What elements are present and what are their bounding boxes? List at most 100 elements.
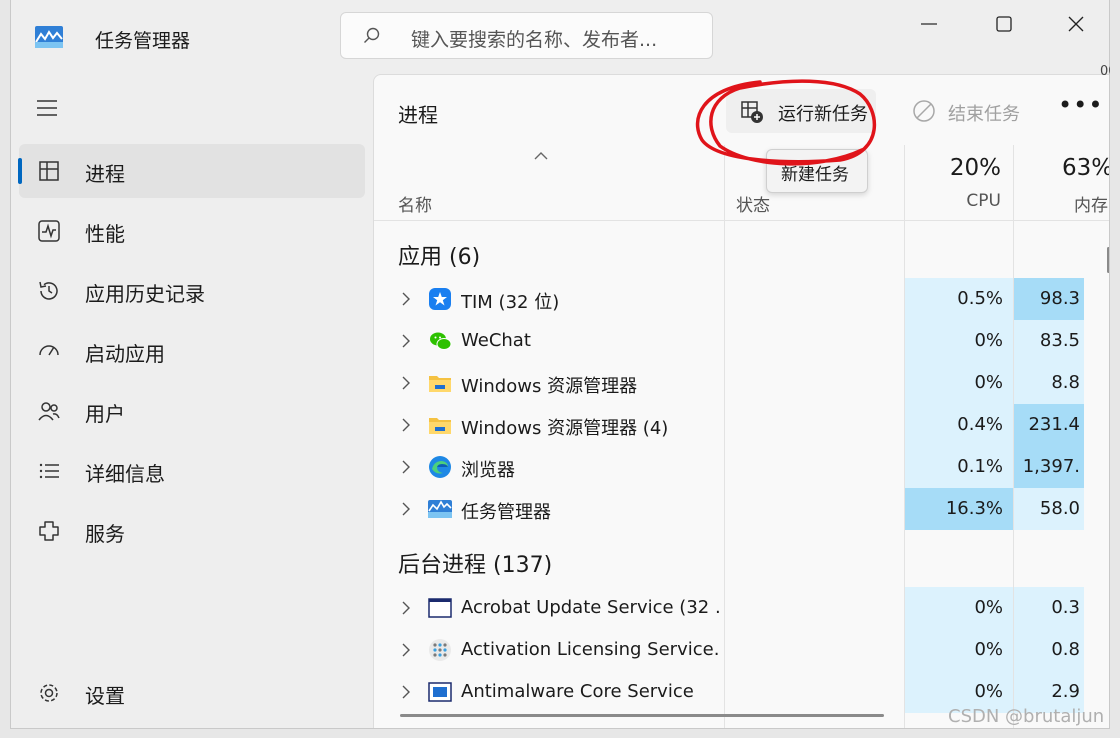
close-button[interactable] — [1054, 8, 1098, 40]
chevron-right-icon[interactable] — [401, 376, 411, 390]
minimize-icon — [921, 23, 937, 25]
cpu-total-percent[interactable]: 20% — [905, 155, 1001, 181]
processes-panel: 进程 运行新任务 结束任务 ••• 名称 状态 20% CPU 63% 内存 新… — [373, 74, 1109, 728]
history-icon — [39, 281, 58, 300]
settings-label: 设置 — [85, 684, 125, 708]
task-manager-icon — [428, 500, 452, 518]
column-status[interactable]: 状态 — [736, 191, 770, 216]
process-name: WeChat — [461, 330, 531, 351]
column-name[interactable]: 名称 — [398, 191, 432, 216]
maximize-icon — [996, 16, 1012, 32]
maximize-button[interactable] — [982, 8, 1026, 40]
process-name: Windows 资源管理器 — [461, 376, 638, 397]
background-text-fragment: 00 — [1100, 64, 1110, 79]
more-options-icon: ••• — [1058, 91, 1104, 119]
settings-gear-icon — [40, 684, 58, 702]
close-icon — [1068, 16, 1084, 32]
memory-cell: 231.4 — [1014, 404, 1084, 446]
cpu-cell: 0% — [905, 629, 1013, 671]
folder-icon — [429, 376, 451, 392]
horizontal-scrollbar[interactable] — [400, 714, 884, 717]
run-new-task-button[interactable]: 运行新任务 — [726, 89, 876, 133]
memory-cell: 0.3 — [1014, 587, 1084, 629]
column-cpu[interactable]: CPU — [905, 191, 1001, 211]
search-icon — [364, 27, 380, 43]
process-row[interactable]: Acrobat Update Service (32 ... 0% 0.3 — [374, 587, 1109, 629]
process-name: Activation Licensing Service... — [461, 639, 719, 660]
chevron-right-icon[interactable] — [401, 460, 411, 474]
cpu-cell: 0.4% — [905, 404, 1013, 446]
service-icon — [428, 682, 452, 702]
sidebar-item-label: 启动应用 — [85, 342, 165, 366]
tooltip-text: 新建任务 — [781, 165, 849, 185]
cpu-cell: 0.5% — [905, 278, 1013, 320]
column-memory[interactable]: 内存 — [1074, 191, 1108, 216]
sidebar-item-app-history[interactable]: 应用历史记录 — [19, 264, 365, 318]
process-row[interactable]: Windows 资源管理器 (4) 0.4% 231.4 — [374, 404, 1109, 446]
process-row[interactable]: Activation Licensing Service... 0% 0.8 — [374, 629, 1109, 671]
page-title: 进程 — [398, 103, 438, 127]
process-row[interactable]: 任务管理器 16.3% 58.0 — [374, 488, 1109, 530]
startup-icon — [39, 345, 59, 356]
dots-icon — [429, 639, 451, 661]
process-row[interactable]: TIM (32 位) 0.5% 98.3 — [374, 278, 1109, 320]
sidebar-item-settings[interactable]: 设置 — [19, 666, 365, 720]
task-manager-app-icon — [35, 26, 63, 48]
process-name: Acrobat Update Service (32 ... — [461, 597, 719, 618]
window-icon — [428, 598, 452, 618]
column-header: 名称 状态 20% CPU 63% 内存 — [374, 145, 1109, 221]
performance-icon — [38, 220, 60, 242]
chevron-right-icon[interactable] — [401, 502, 411, 516]
sidebar-item-details[interactable]: 详细信息 — [19, 444, 365, 498]
edge-icon — [429, 456, 451, 478]
memory-cell: 0.8 — [1014, 629, 1084, 671]
sidebar-item-performance[interactable]: 性能 — [19, 204, 365, 258]
process-row[interactable]: WeChat 0% 83.5 — [374, 320, 1109, 362]
process-row[interactable]: Windows 资源管理器 0% 8.8 — [374, 362, 1109, 404]
sidebar-item-label: 用户 — [85, 402, 125, 426]
chevron-right-icon[interactable] — [401, 292, 411, 306]
memory-cell: 58.0 — [1014, 488, 1084, 530]
run-new-task-icon — [741, 101, 763, 123]
sidebar-item-startup-apps[interactable]: 启动应用 — [19, 324, 365, 378]
process-name: 任务管理器 — [461, 502, 551, 523]
group-title-background: 后台进程 (137) — [398, 553, 553, 578]
sidebar-item-processes[interactable]: 进程 — [18, 144, 365, 198]
sidebar-item-label: 性能 — [85, 222, 125, 246]
task-manager-window: 任务管理器 键入要搜索的名称、发布者... 进程 性能 应用历史记录 启动应用 … — [10, 0, 1110, 729]
process-name: Antimalware Core Service — [461, 681, 694, 702]
cpu-cell: 0% — [905, 320, 1013, 362]
process-row[interactable]: 浏览器 0.1% 1,397. — [374, 446, 1109, 488]
app-title: 任务管理器 — [95, 30, 191, 52]
csdn-watermark: CSDN @brutaljun — [948, 706, 1105, 727]
tim-icon — [429, 288, 451, 310]
wechat-icon — [430, 332, 452, 350]
sidebar-item-services[interactable]: 服务 — [19, 504, 365, 558]
memory-cell: 8.8 — [1014, 362, 1084, 404]
cpu-cell: 0% — [905, 362, 1013, 404]
run-new-task-label: 运行新任务 — [778, 104, 868, 125]
cpu-cell: 0% — [905, 587, 1013, 629]
users-icon — [38, 402, 60, 421]
active-indicator — [18, 158, 22, 184]
minimize-button[interactable] — [907, 8, 951, 40]
more-options-button[interactable]: ••• — [1048, 89, 1102, 133]
memory-total-percent[interactable]: 63% — [1062, 155, 1109, 181]
chevron-right-icon[interactable] — [401, 685, 411, 699]
cpu-cell: 0.1% — [905, 446, 1013, 488]
chevron-right-icon[interactable] — [401, 643, 411, 657]
end-task-button[interactable]: 结束任务 — [900, 89, 1030, 133]
search-input[interactable]: 键入要搜索的名称、发布者... — [340, 12, 713, 59]
processes-icon — [39, 161, 59, 181]
chevron-right-icon[interactable] — [401, 601, 411, 615]
hamburger-menu-icon[interactable] — [35, 96, 59, 120]
process-name: 浏览器 — [461, 460, 515, 481]
end-task-label: 结束任务 — [948, 104, 1020, 125]
chevron-right-icon[interactable] — [401, 418, 411, 432]
sidebar-item-users[interactable]: 用户 — [19, 384, 365, 438]
chevron-right-icon[interactable] — [401, 334, 411, 348]
vertical-scrollbar[interactable] — [1107, 247, 1109, 273]
sort-ascending-icon[interactable] — [534, 151, 548, 161]
end-task-icon — [913, 100, 935, 122]
details-icon — [39, 463, 59, 479]
